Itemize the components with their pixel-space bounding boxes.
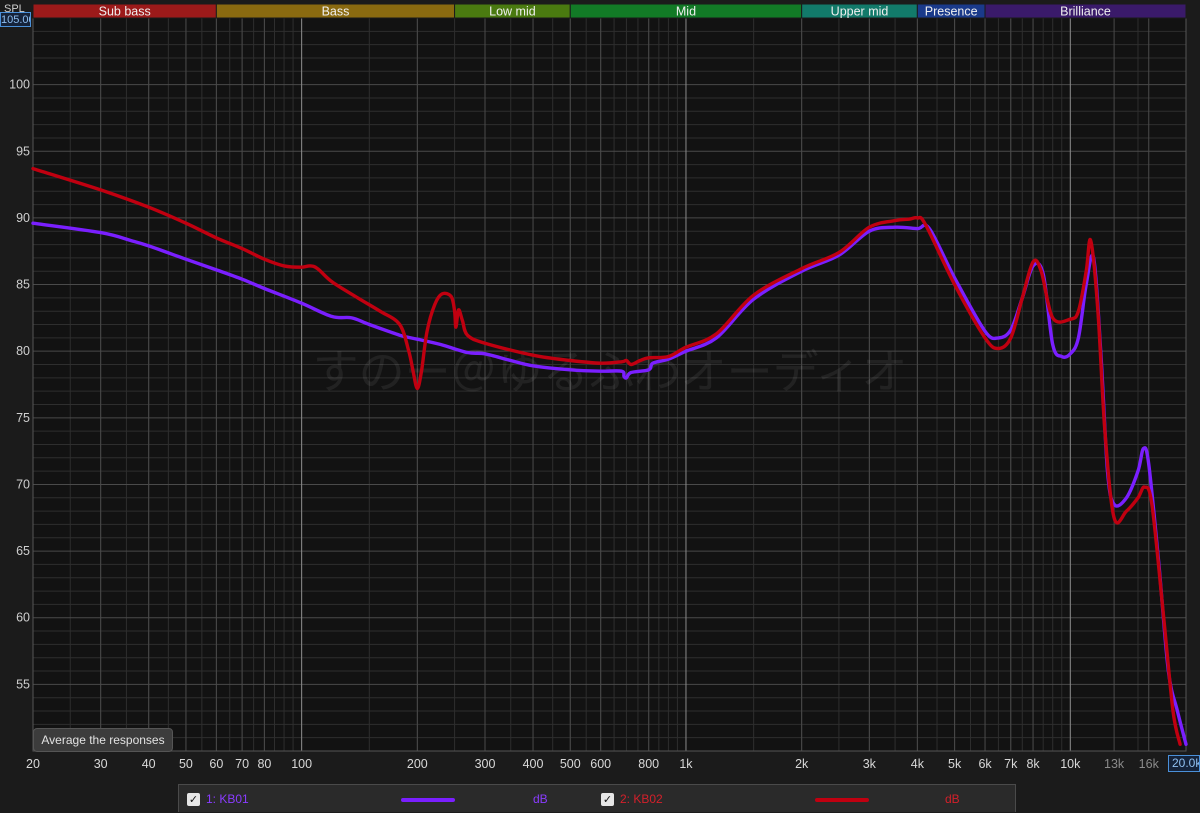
x-tick-label: 8k <box>1026 757 1040 771</box>
x-tick-label: 13k <box>1104 757 1125 771</box>
x-tick-label: 80 <box>257 757 271 771</box>
y-tick-label: 100 <box>9 78 30 92</box>
kb01-line-swatch <box>401 798 455 802</box>
frequency-response-chart: Sub bass Bass Low mid Mid Upper mid Presence B… <box>9 3 1188 771</box>
y-tick-label: 55 <box>16 677 30 691</box>
x-tick-label: 60 <box>209 757 223 771</box>
x-tick-label: 3k <box>863 757 877 771</box>
y-tick-label: 80 <box>16 344 30 358</box>
band-label: Sub bass <box>99 5 151 19</box>
x-tick-label: 10k <box>1060 757 1081 771</box>
y-tick-label: 60 <box>16 611 30 625</box>
x-axis: 20 30 40 50 60 70 80 100 200 300 400 500 600 800 1k 2k 3… <box>26 757 1160 771</box>
band-label: Low mid <box>489 5 536 19</box>
y-tick-label: 70 <box>16 477 30 491</box>
y-tick-label: 75 <box>16 411 30 425</box>
x-max-input[interactable]: 20.0k <box>1168 755 1200 772</box>
x-tick-label: 600 <box>590 757 611 771</box>
kb01-unit: dB <box>533 792 548 806</box>
legend-item-kb01: ✓ 1: KB01 dB <box>179 785 599 813</box>
x-tick-label: 7k <box>1004 757 1018 771</box>
y-axis: 55 60 65 70 75 80 85 90 95 100 <box>9 78 30 692</box>
band-label: Brilliance <box>1060 5 1111 19</box>
band-label: Presence <box>925 5 978 19</box>
band-label: Mid <box>676 5 696 19</box>
legend-item-kb02: ✓ 2: KB02 dB <box>599 785 1017 813</box>
y-tick-label: 95 <box>16 144 30 158</box>
x-tick-label: 50 <box>179 757 193 771</box>
kb02-unit: dB <box>945 792 960 806</box>
x-tick-label: 20 <box>26 757 40 771</box>
x-tick-label: 1k <box>679 757 693 771</box>
x-tick-label: 5k <box>948 757 962 771</box>
kb02-line-swatch <box>815 798 869 802</box>
x-tick-label: 2k <box>795 757 809 771</box>
y-tick-label: 85 <box>16 278 30 292</box>
kb02-label: 2: KB02 <box>620 792 663 806</box>
kb01-label: 1: KB01 <box>206 792 249 806</box>
legend-bar: ✓ 1: KB01 dB ✓ 2: KB02 dB <box>178 784 1016 812</box>
x-tick-label: 30 <box>94 757 108 771</box>
x-tick-label: 500 <box>560 757 581 771</box>
x-tick-label: 400 <box>523 757 544 771</box>
y-tick-label: 65 <box>16 544 30 558</box>
x-tick-label: 16k <box>1139 757 1160 771</box>
x-tick-label: 4k <box>911 757 925 771</box>
band-label: Upper mid <box>831 5 889 19</box>
average-responses-button[interactable]: Average the responses <box>33 728 173 752</box>
y-max-input[interactable]: 105.00 <box>0 12 31 27</box>
kb01-checkbox[interactable]: ✓ <box>187 793 200 806</box>
x-tick-label: 800 <box>638 757 659 771</box>
x-tick-label: 70 <box>235 757 249 771</box>
kb02-checkbox[interactable]: ✓ <box>601 793 614 806</box>
frequency-band-bar: Sub bass Bass Low mid Mid Upper mid Presence B… <box>32 3 1187 19</box>
x-tick-label: 200 <box>407 757 428 771</box>
y-tick-label: 90 <box>16 211 30 225</box>
band-label: Bass <box>322 5 350 19</box>
x-tick-label: 40 <box>142 757 156 771</box>
x-tick-label: 100 <box>291 757 312 771</box>
x-tick-label: 300 <box>475 757 496 771</box>
x-tick-label: 6k <box>978 757 992 771</box>
